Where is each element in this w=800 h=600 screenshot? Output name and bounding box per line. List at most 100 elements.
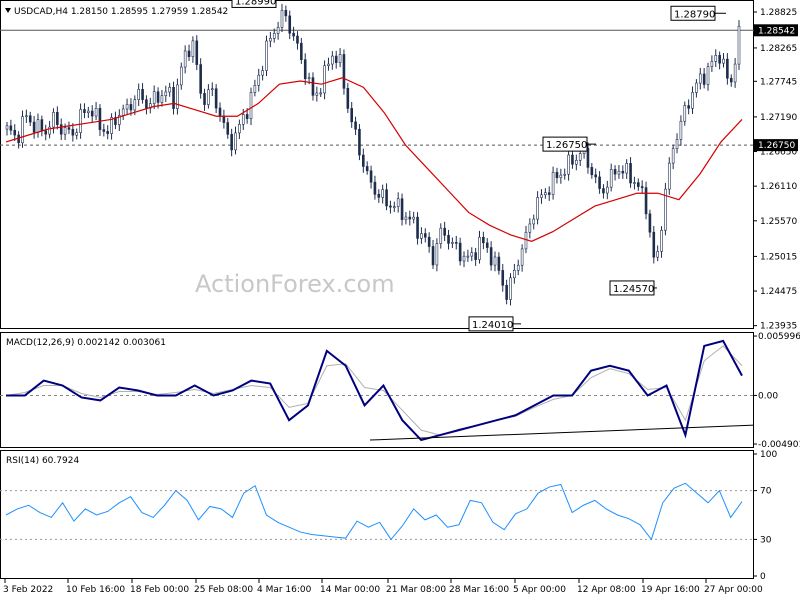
time-tick-label: 4 Mar 16:00 <box>257 585 312 595</box>
candle-body <box>478 236 481 260</box>
candle-body <box>714 55 718 62</box>
candle-body <box>199 64 202 94</box>
candle-body <box>458 242 462 262</box>
candle-body <box>590 167 594 176</box>
time-tick-label: 3 Feb 2022 <box>3 585 53 595</box>
candle-body <box>617 170 621 175</box>
candle-body <box>532 218 536 225</box>
candle-body <box>203 93 206 105</box>
candle-body <box>365 166 369 172</box>
price-tick-label: 1.25015 <box>760 252 797 262</box>
candle-body <box>671 148 675 164</box>
candle-body <box>106 131 109 134</box>
candle-body <box>179 66 183 86</box>
candle-body <box>315 92 319 96</box>
time-tick-label: 10 Feb 16:00 <box>66 585 125 595</box>
candle-body <box>710 61 714 67</box>
candle-body <box>230 134 233 151</box>
candle-body <box>137 89 140 100</box>
price-tick-label: 1.26110 <box>760 182 797 192</box>
price-tick-label: 1.24475 <box>760 287 797 297</box>
rsi-tick-label: 100 <box>760 450 777 460</box>
candle-body <box>36 119 40 133</box>
candle-body <box>497 256 501 271</box>
candle-body <box>79 109 82 133</box>
rsi-panel-frame <box>0 450 754 579</box>
candle-body <box>334 55 338 63</box>
candle-body <box>269 38 272 42</box>
candle-body <box>416 216 419 239</box>
candle-body <box>303 59 307 79</box>
candle-body <box>187 50 191 58</box>
candle-body <box>520 248 524 266</box>
candle-body <box>362 154 365 167</box>
candle-body <box>524 231 528 250</box>
candle-body <box>164 91 168 97</box>
candle-body <box>32 121 36 133</box>
candle-body <box>296 35 299 44</box>
candle-body <box>675 139 679 150</box>
candle-body <box>354 121 357 130</box>
candle-body <box>679 120 683 140</box>
candle-body <box>292 32 295 37</box>
macd-tick-label: 0.005996 <box>758 332 800 342</box>
macd-tick-label: -0.004901 <box>758 440 800 450</box>
candle-body <box>311 77 315 96</box>
candle-body <box>300 42 303 60</box>
time-tick-label: 12 Apr 08:00 <box>577 585 636 595</box>
candle-body <box>609 169 613 188</box>
candle-body <box>373 181 377 195</box>
candle-body <box>648 213 652 233</box>
candle-body <box>691 92 694 109</box>
candle-body <box>726 58 729 79</box>
candle-body <box>718 55 721 64</box>
candle-body <box>505 285 508 300</box>
candle-body <box>381 189 384 198</box>
candle-body <box>389 205 392 208</box>
candle-body <box>451 242 454 244</box>
candle-body <box>385 189 388 207</box>
candle-body <box>214 88 218 109</box>
candle-body <box>637 182 640 187</box>
candle-body <box>261 70 264 76</box>
candle-body <box>466 255 470 258</box>
svg-text:USDCAD,H4 1.28150 1.28595 1.2: USDCAD,H4 1.28150 1.28595 1.27959 1.2854… <box>14 7 228 17</box>
candle-body <box>145 99 148 109</box>
candle-body <box>575 160 578 165</box>
macd-axis: 0.005996 0.00 -0.004901 <box>753 332 800 450</box>
candle-body <box>59 124 63 135</box>
candle-body <box>613 169 617 175</box>
candle-body <box>307 77 311 79</box>
callout-label: 1.24010 <box>472 320 513 331</box>
candle-body <box>667 162 671 190</box>
candle-body <box>652 231 656 258</box>
time-tick-label: 25 Feb 08:00 <box>194 585 253 595</box>
chart-canvas: ActionForex.com USDCAD,H4 1.28150 1.2859… <box>0 0 800 595</box>
candle-body <box>443 227 446 236</box>
candle-body <box>447 234 450 244</box>
time-tick-label: 14 Mar 00:00 <box>320 585 380 595</box>
candle-body <box>559 174 563 179</box>
rsi-tick-label: 70 <box>760 487 772 497</box>
candle-body <box>474 252 477 260</box>
candle-body <box>280 10 284 28</box>
candle-body <box>698 73 702 84</box>
candle-body <box>439 227 443 244</box>
candle-body <box>83 109 86 113</box>
candle-body <box>683 105 687 122</box>
candle-body <box>404 216 408 220</box>
candle-body <box>660 229 663 252</box>
candle-body <box>222 115 226 123</box>
rsi-axis: 100 70 30 0 <box>753 450 777 582</box>
time-tick-label: 18 Feb 00:00 <box>130 585 189 595</box>
candle-body <box>102 129 106 132</box>
candle-body <box>152 91 156 104</box>
candle-body <box>420 233 423 239</box>
candle-body <box>172 87 175 109</box>
candle-body <box>501 270 505 286</box>
candle-body <box>350 108 353 123</box>
candle-body <box>722 58 725 64</box>
candle-body <box>44 130 48 135</box>
callout-label: 1.28990 <box>235 0 276 7</box>
candle-body <box>272 33 276 39</box>
